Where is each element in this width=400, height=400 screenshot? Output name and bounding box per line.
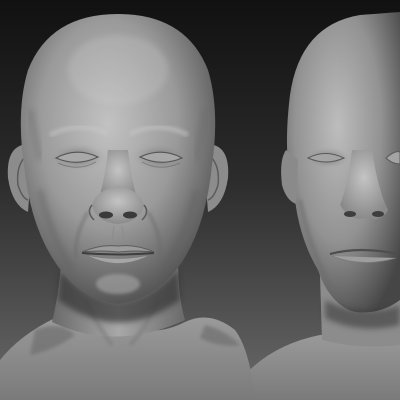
sculpt-render-canvas	[0, 0, 400, 400]
chin	[96, 274, 140, 294]
forehead-highlight	[68, 35, 168, 105]
right-nostril	[123, 211, 137, 219]
right-nostril	[344, 211, 356, 217]
left-nostril	[99, 211, 113, 219]
render-viewport	[0, 0, 400, 400]
right-nostril-far	[372, 211, 384, 217]
